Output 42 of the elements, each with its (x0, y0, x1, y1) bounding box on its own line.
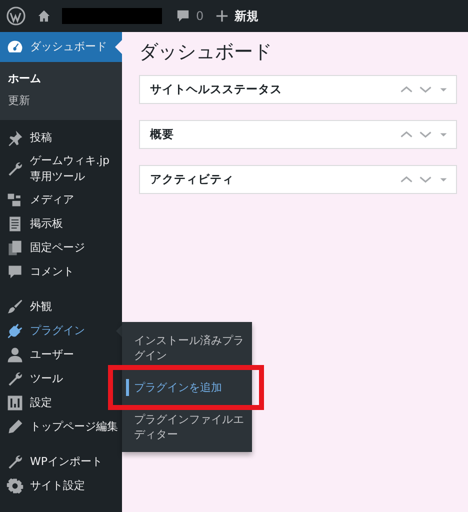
widget-title: 概要 (150, 127, 175, 142)
page-title: ダッシュボード (139, 40, 273, 64)
new-link[interactable]: 新規 (234, 8, 259, 24)
menu-item[interactable]: ツール (0, 367, 122, 391)
wrench-icon (6, 370, 24, 388)
menu-item[interactable]: サイト設定 (0, 474, 122, 498)
menu-item[interactable]: 掲示板 (0, 212, 122, 236)
menu-item[interactable]: 設定 (0, 391, 122, 415)
pencil-icon (6, 418, 24, 436)
menu-item[interactable]: メディア (0, 188, 122, 212)
comment-icon (6, 263, 24, 281)
plug-icon (6, 322, 24, 340)
pages-icon (6, 239, 24, 257)
menu-item[interactable]: 外観 (0, 295, 122, 319)
submenu-item[interactable]: インストール済みプラグイン (122, 329, 252, 367)
wrench-icon (6, 453, 24, 471)
submenu-item[interactable]: ホーム (0, 68, 122, 90)
home-icon[interactable] (36, 8, 52, 24)
brush-icon (6, 298, 24, 316)
menu-item[interactable]: WPインポート (0, 450, 122, 474)
wrench-icon (6, 160, 24, 178)
user-icon (6, 346, 24, 364)
pin-icon (6, 129, 24, 147)
gear-icon (6, 477, 24, 495)
selection-bar (126, 379, 129, 396)
menu-item[interactable]: コメント (0, 260, 122, 284)
menu-item[interactable]: トップページ編集 (0, 415, 122, 439)
submenu-item[interactable]: プラグインを追加 (122, 376, 252, 399)
submenu-item[interactable]: プラグインファイルエディター (122, 408, 252, 446)
plus-icon[interactable] (214, 8, 230, 24)
comment-count[interactable]: 0 (196, 9, 204, 23)
comment-icon[interactable] (175, 8, 191, 24)
widget-title: サイトヘルスステータス (150, 82, 283, 97)
menu-item[interactable]: ダッシュボード (0, 32, 122, 62)
menu-item[interactable]: 固定ページ (0, 236, 122, 260)
sliders-icon (6, 394, 24, 412)
wordpress-logo-icon[interactable] (6, 6, 26, 26)
menu-item[interactable]: ゲームウィキ.jp 専用ツール (0, 150, 122, 188)
menu-item[interactable]: 投稿 (0, 126, 122, 150)
submenu-item[interactable]: 更新 (0, 90, 122, 112)
widget-title: アクティビティ (150, 172, 235, 187)
menu-item[interactable]: ユーザー (0, 343, 122, 367)
